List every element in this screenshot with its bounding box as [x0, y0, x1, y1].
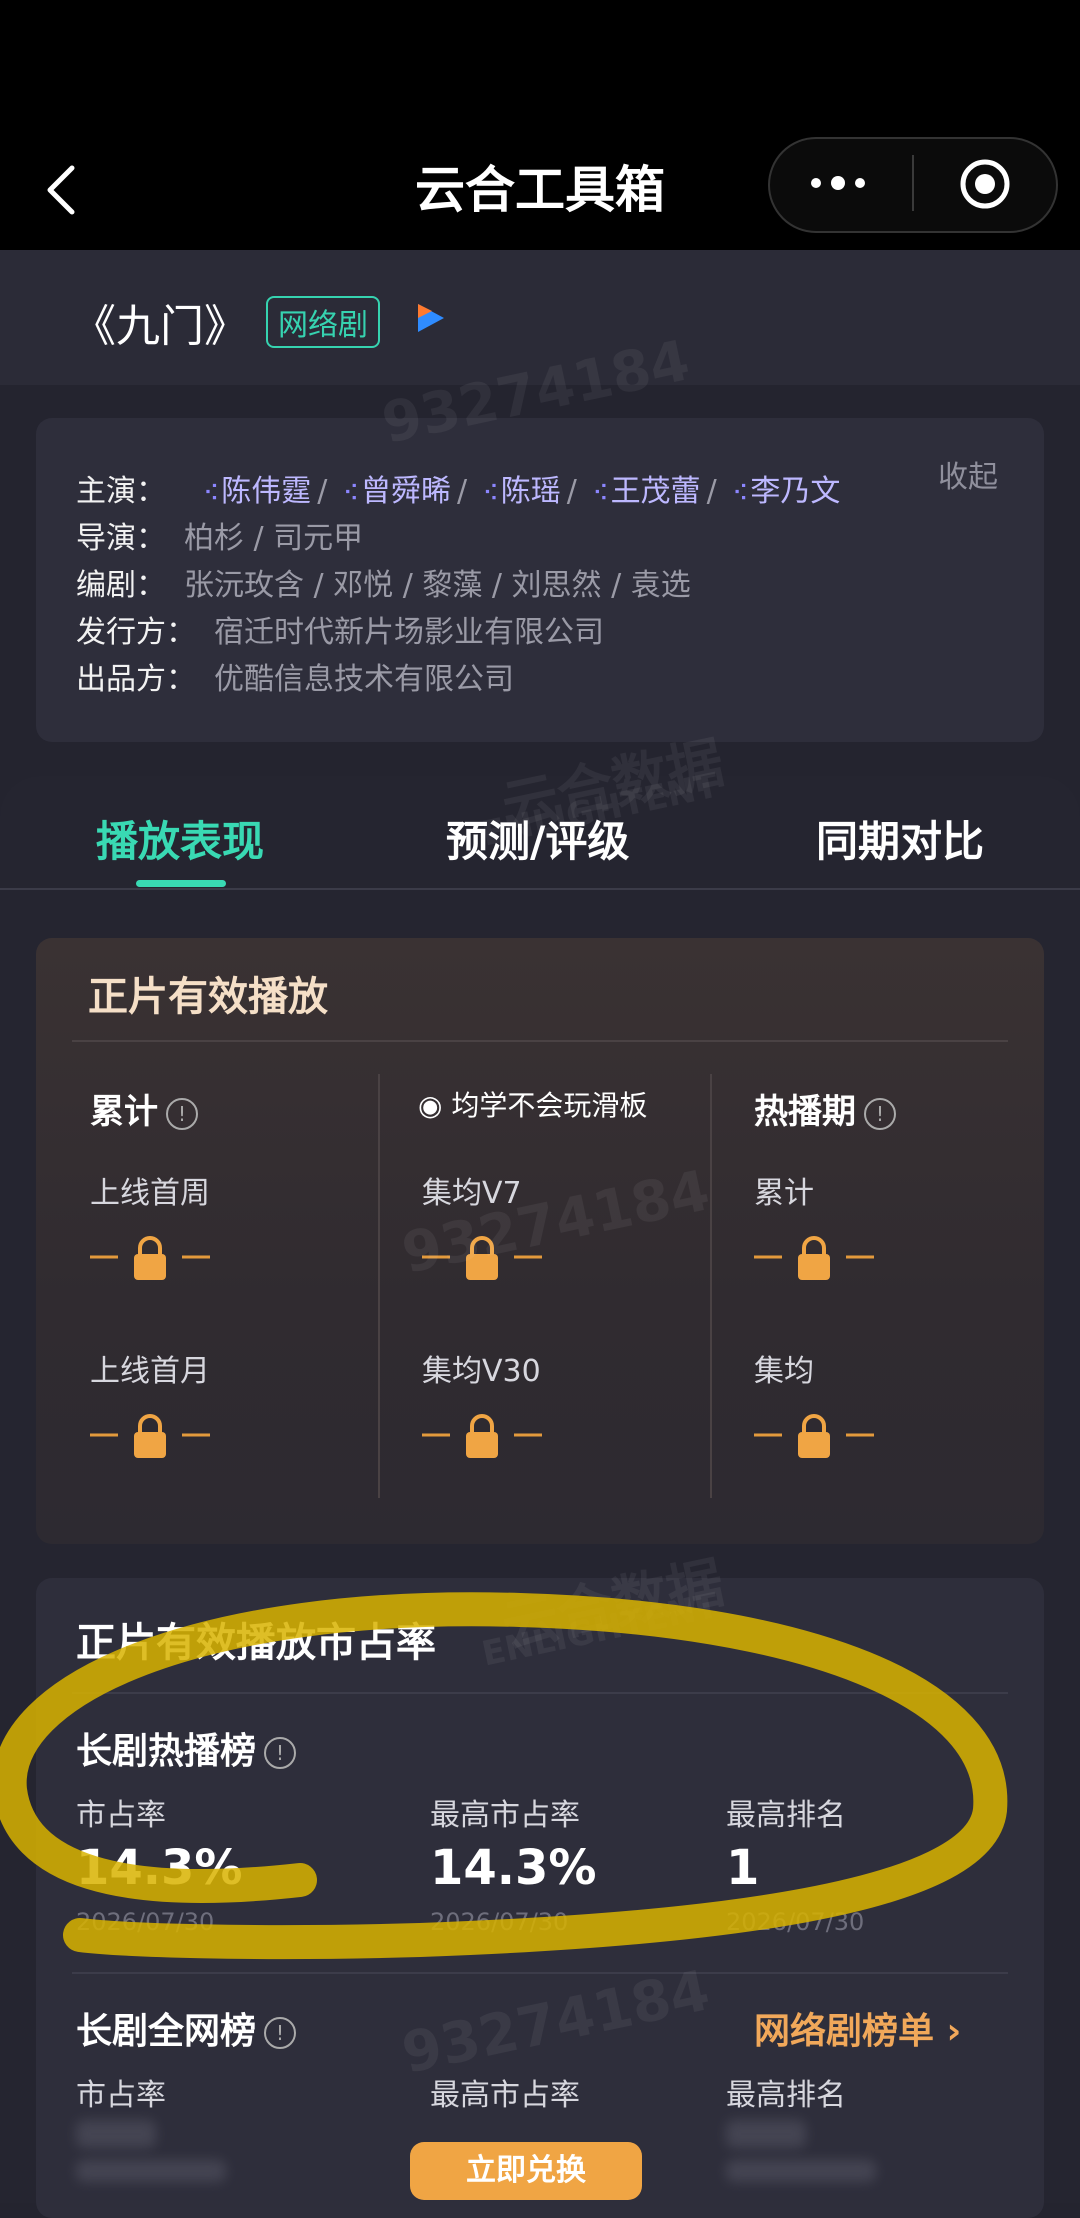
top-rank-label: 最高排名: [726, 1798, 846, 1833]
share-date: 2026/07/30: [76, 1908, 215, 1936]
share-value: 14.3%: [76, 1840, 243, 1896]
actor-link[interactable]: ⠪陈伟霆: [203, 474, 311, 509]
cast-line-director: 导演： 柏杉 / 司元甲: [76, 521, 364, 556]
hot-episode-avg-label: 集均: [754, 1354, 814, 1389]
first-month-label: 上线首月: [90, 1354, 210, 1389]
lock-icon[interactable]: [422, 1410, 542, 1460]
chevron-right-icon: ›: [934, 2011, 962, 2052]
link-icon: ⠪: [732, 482, 749, 507]
info-icon[interactable]: !: [264, 2017, 297, 2049]
column-divider: [378, 1074, 380, 1498]
lock-icon[interactable]: [90, 1232, 210, 1282]
tab-indicator: [136, 880, 226, 887]
weibo-watermark-tag: ◉ 均学不会玩滑板: [418, 1089, 648, 1122]
cast-line-writer: 编剧： 张沅玫含 / 邓悦 / 黎藻 / 刘思然 / 袁选: [76, 568, 691, 603]
tab-divider: [0, 888, 1080, 890]
info-icon[interactable]: !: [166, 1097, 198, 1130]
tab-play-performance[interactable]: 播放表现: [96, 808, 264, 869]
type-badge: 网络剧: [266, 296, 380, 348]
net-chart-heading: 长剧全网榜!: [76, 2002, 297, 2054]
info-icon[interactable]: !: [864, 1097, 896, 1130]
net-share-label: 市占率: [76, 2078, 166, 2113]
cumulative-heading: 累计!: [90, 1084, 198, 1133]
share-label: 市占率: [76, 1798, 166, 1833]
weibo-icon: ◉: [418, 1089, 443, 1122]
status-bar: [0, 0, 1080, 135]
actor-link[interactable]: ⠪陈瑶: [483, 474, 561, 509]
blurred-value: [726, 2120, 806, 2148]
hot-cumulative-label: 累计: [754, 1176, 814, 1211]
tab-period-compare[interactable]: 同期对比: [816, 808, 984, 869]
blurred-date: [726, 2160, 876, 2182]
cast-line-distributor: 发行方： 宿迁时代新片场影业有限公司: [76, 615, 604, 650]
max-share-label: 最高市占率: [430, 1798, 580, 1833]
drama-name: 《九门》: [72, 301, 248, 352]
max-share-date: 2026/07/30: [430, 1908, 569, 1936]
column-divider: [710, 1074, 712, 1498]
blurred-value: [76, 2120, 156, 2148]
lock-icon[interactable]: [754, 1410, 874, 1460]
first-week-label: 上线首周: [90, 1176, 210, 1211]
hot-period-heading: 热播期!: [754, 1084, 896, 1133]
cast-line-producer: 出品方： 优酷信息技术有限公司: [76, 662, 514, 697]
actor-link[interactable]: ⠪王茂蕾: [592, 474, 700, 509]
cast-line-lead: 主演： ⠪陈伟霆 / ⠪曾舜晞 / ⠪陈瑶 / ⠪王茂蕾 / ⠪李乃文: [76, 474, 841, 509]
link-icon: ⠪: [592, 482, 609, 507]
actor-link[interactable]: ⠪曾舜晞: [343, 474, 451, 509]
divider: [72, 1692, 1008, 1694]
lock-icon[interactable]: [90, 1410, 210, 1460]
episode-avg-v30-label: 集均V30: [422, 1354, 541, 1389]
effective-play-title: 正片有效播放: [88, 974, 328, 1020]
max-share-value: 14.3%: [430, 1840, 597, 1896]
youku-play-icon: [418, 304, 444, 332]
divider: [72, 1040, 1008, 1042]
info-icon[interactable]: !: [264, 1737, 297, 1769]
web-drama-ranking-link[interactable]: 网络剧榜单 ›: [754, 2002, 961, 2054]
link-icon: ⠪: [342, 482, 359, 507]
link-icon: ⠪: [482, 482, 499, 507]
actor-link[interactable]: ⠪李乃文: [732, 474, 840, 509]
collapse-button[interactable]: 收起: [938, 452, 998, 496]
close-mini-program-icon[interactable]: [958, 157, 1012, 211]
link-icon: ⠪: [203, 482, 220, 507]
divider: [72, 1972, 1008, 1974]
capsule-divider: [912, 155, 914, 211]
net-top-rank-label: 最高排名: [726, 2078, 846, 2113]
more-icon[interactable]: [808, 165, 868, 201]
top-rank-value: 1: [726, 1840, 760, 1896]
redeem-button[interactable]: 立即兑换: [410, 2142, 642, 2200]
lock-icon[interactable]: [754, 1232, 874, 1282]
top-rank-date: 2026/07/30: [726, 1908, 865, 1936]
lead-label: 主演：: [76, 474, 166, 509]
blurred-date: [76, 2160, 226, 2182]
hot-chart-heading: 长剧热播榜!: [76, 1722, 297, 1774]
market-share-card: [36, 1578, 1044, 2218]
market-share-title: 正片有效播放市占率: [76, 1620, 436, 1666]
